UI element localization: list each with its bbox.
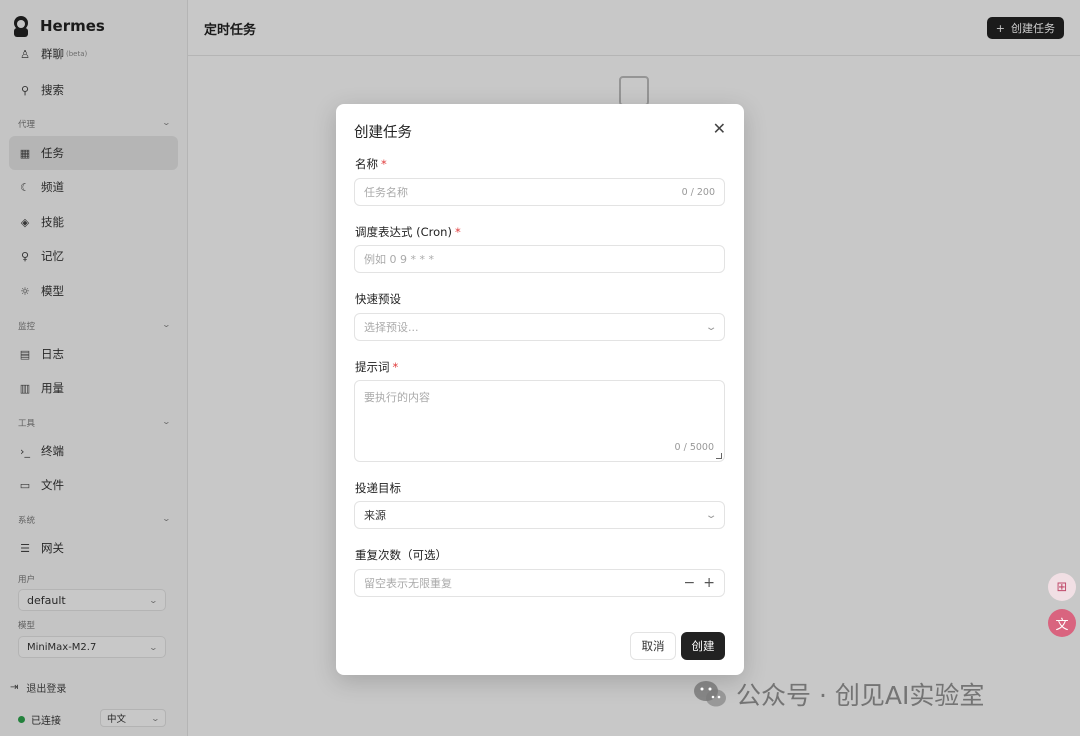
preset-placeholder: 选择预设... [364,321,419,334]
minus-icon[interactable]: − [684,575,696,591]
prompt-label: 提示词 * [355,359,398,375]
repeat-input[interactable]: 留空表示无限重复 − + [354,569,725,597]
apps-icon[interactable]: ⊞ [1048,573,1076,601]
cancel-button[interactable]: 取消 [630,632,676,660]
target-label: 投递目标 [355,481,401,495]
cron-label-text: 调度表达式 (Cron) [355,225,452,239]
cron-input[interactable]: 例如 0 9 * * * [354,245,725,273]
prompt-label-text: 提示词 [355,360,390,374]
preset-label: 快速预设 [355,292,401,306]
prompt-placeholder: 要执行的内容 [364,391,430,404]
prompt-textarea[interactable]: 要执行的内容 0 / 5000 [354,380,725,462]
name-label-text: 名称 [355,157,378,171]
name-placeholder: 任务名称 [364,186,408,199]
target-select[interactable]: 来源 ⌄ [354,501,725,529]
preset-select[interactable]: 选择预设... ⌄ [354,313,725,341]
required-mark: * [454,225,461,239]
create-button[interactable]: 创建 [681,632,725,660]
wechat-icon [694,681,726,707]
required-mark: * [381,157,387,171]
name-input[interactable]: 任务名称 0 / 200 [354,178,725,206]
translate-icon[interactable]: 文 [1048,609,1076,637]
cron-placeholder: 例如 0 9 * * * [364,253,434,266]
watermark-text: 公众号 · 创见AI实验室 [736,681,985,710]
dialog-title: 创建任务 [354,125,412,141]
close-icon[interactable]: ✕ [713,121,726,137]
cron-label: 调度表达式 (Cron) * [355,224,461,240]
watermark: 公众号 · 创见AI实验室 [692,676,984,712]
name-label: 名称 * [355,156,387,172]
prompt-counter: 0 / 5000 [674,442,714,453]
chevron-down-icon: ⌄ [704,321,718,333]
repeat-stepper: − + [684,575,715,591]
create-task-dialog: 创建任务 ✕ 名称 * 任务名称 0 / 200 调度表达式 (Cron) * 例如… [336,104,744,675]
resize-handle-icon[interactable] [716,453,722,459]
target-value: 来源 [364,509,386,522]
name-counter: 0 / 200 [681,186,715,198]
repeat-label: 重复次数（可选） [355,548,447,562]
chevron-down-icon: ⌄ [704,509,718,521]
plus-icon[interactable]: + [703,575,715,591]
repeat-placeholder: 留空表示无限重复 [364,577,452,590]
required-mark: * [392,360,399,374]
